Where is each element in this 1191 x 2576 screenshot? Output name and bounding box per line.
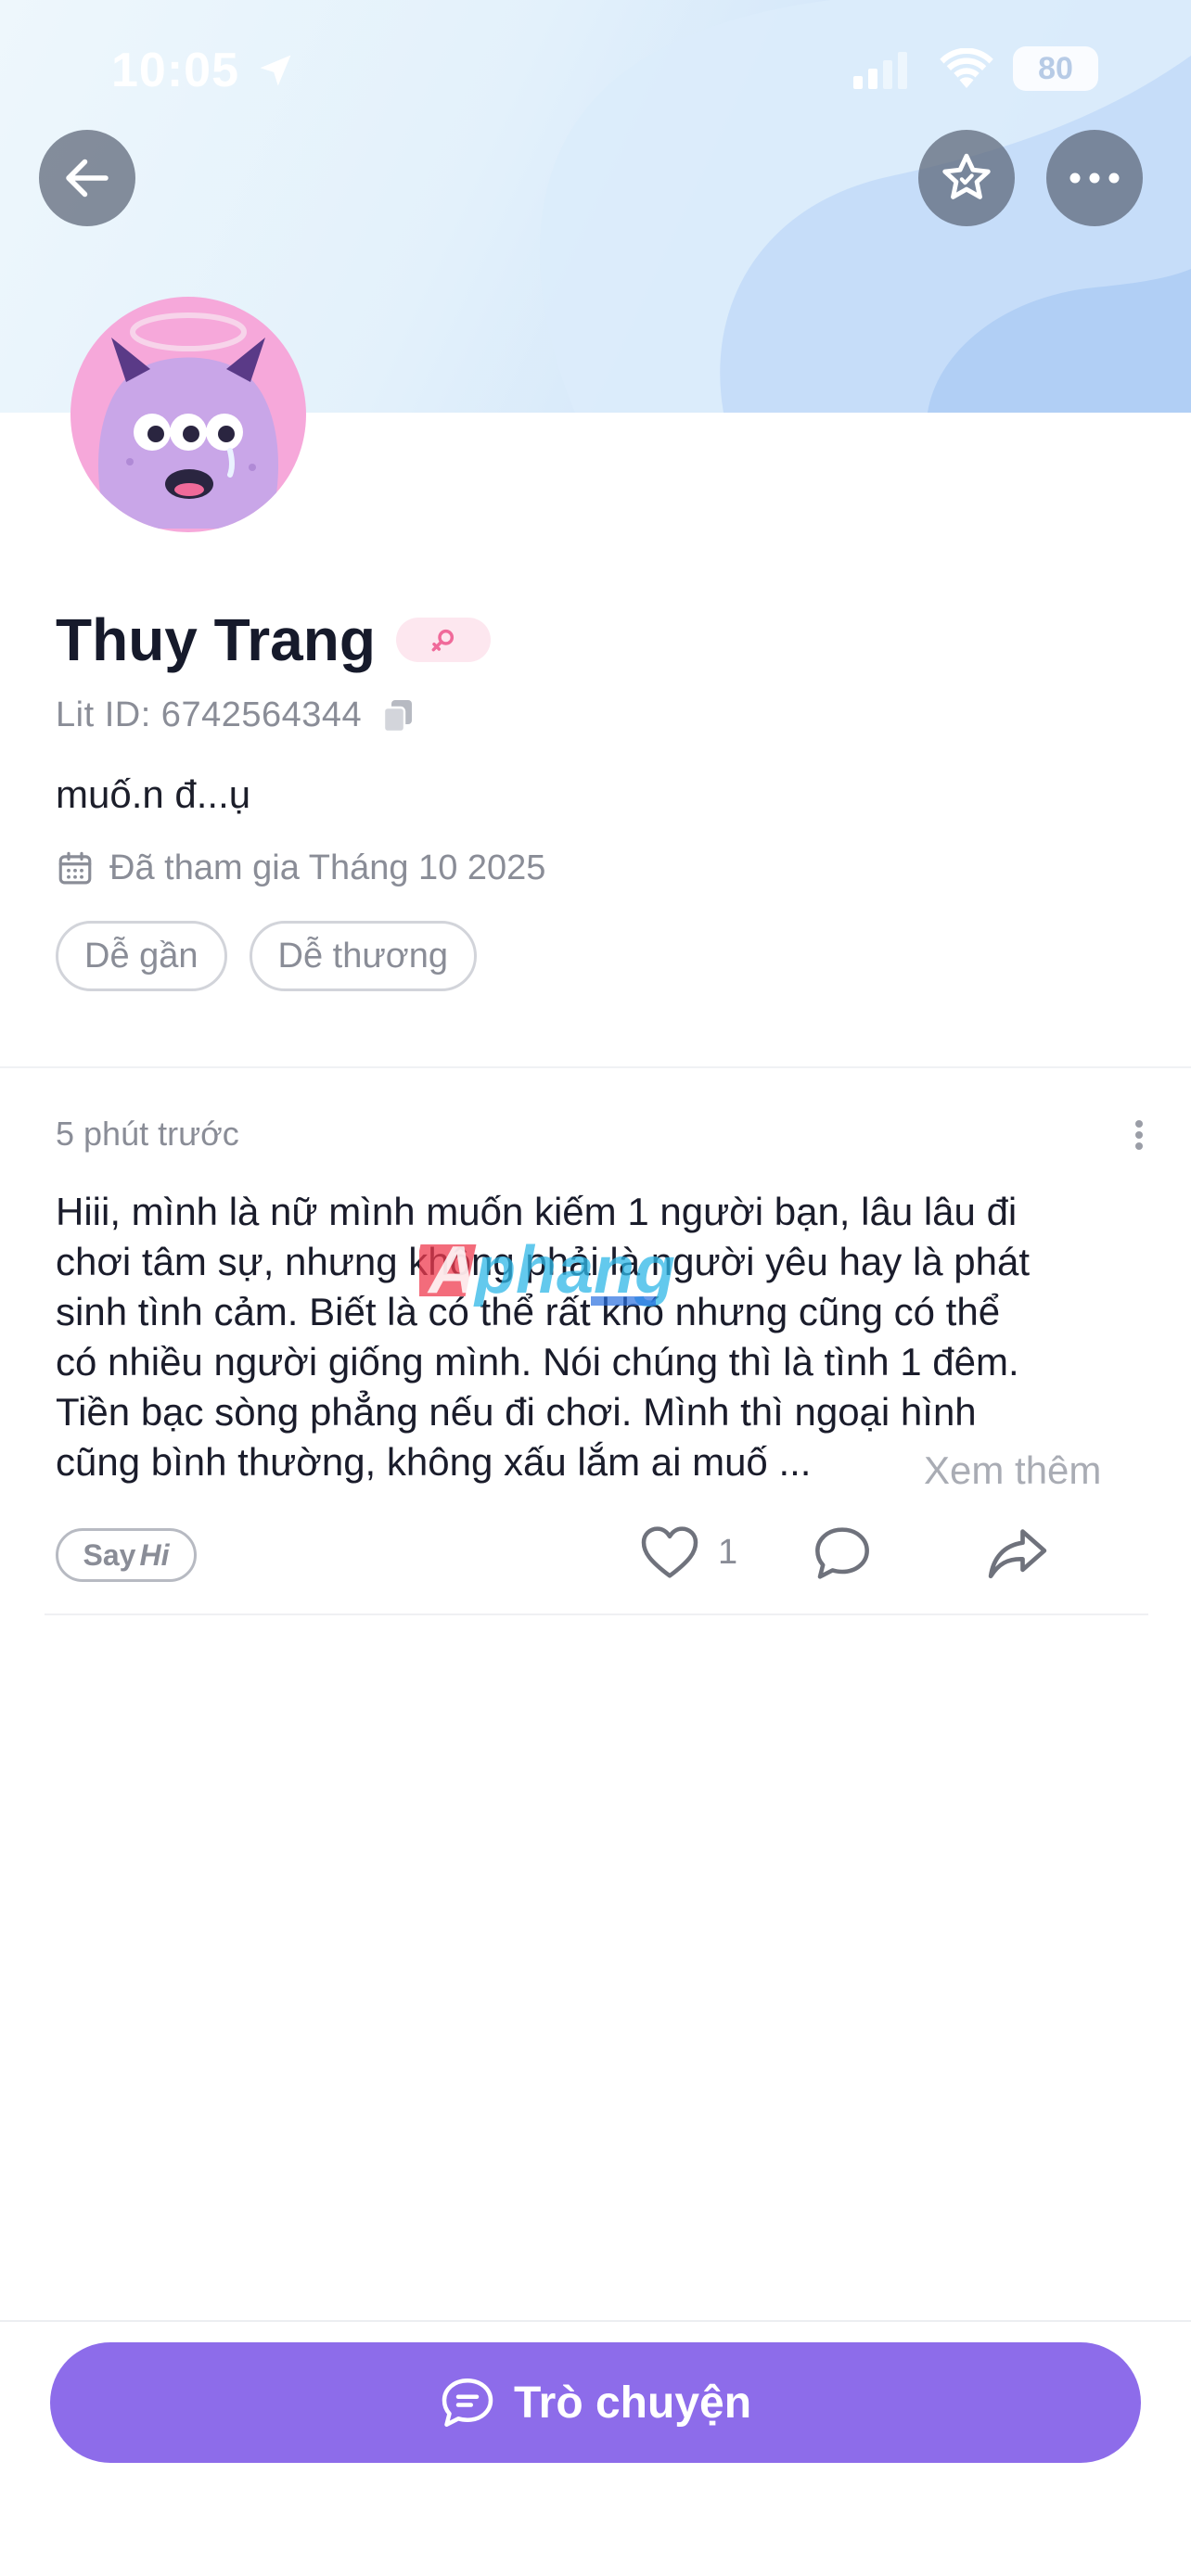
svg-text:A: A — [427, 1233, 477, 1307]
post-text-line: có nhiều người giống mình. Nói chúng thì… — [56, 1340, 1019, 1384]
chat-button[interactable]: Trò chuyện — [50, 2342, 1141, 2463]
heart-icon — [641, 1526, 698, 1578]
more-options-button[interactable] — [1046, 130, 1143, 226]
status-bar: 10:05 80 — [0, 37, 1191, 102]
watermark-logo: A phang — [419, 1233, 675, 1307]
post-body: Hiii, mình là nữ mình muốn kiếm 1 người … — [56, 1187, 1150, 1487]
tag-chip: Dễ thương — [249, 921, 477, 991]
like-count: 1 — [718, 1532, 738, 1572]
post-text-line: Tiền bạc sòng phẳng nếu đi chơi. Mình th… — [56, 1390, 977, 1434]
star-icon — [942, 153, 991, 199]
footer-divider — [0, 2320, 1191, 2322]
battery-level: 80 — [1038, 51, 1073, 86]
chat-bubble-icon — [442, 2378, 493, 2427]
avatar[interactable] — [70, 297, 306, 532]
like-button[interactable]: 1 — [640, 1524, 737, 1580]
say-hi-label: Say — [83, 1537, 136, 1572]
section-divider — [0, 1066, 1191, 1068]
status-time: 10:05 — [111, 44, 239, 97]
chat-button-label: Trò chuyện — [513, 2378, 752, 2428]
profile-name: Thuy Trang — [56, 606, 376, 673]
monster-avatar-illustration — [97, 312, 279, 529]
back-button[interactable] — [39, 130, 135, 226]
comment-icon[interactable] — [813, 1524, 872, 1582]
post-divider — [45, 1613, 1148, 1615]
tag-chip: Dễ gần — [56, 921, 227, 991]
join-date: Đã tham gia Tháng 10 2025 — [109, 848, 546, 887]
share-icon[interactable] — [987, 1526, 1048, 1580]
more-dots-icon — [1069, 172, 1120, 184]
wifi-icon — [940, 48, 993, 88]
post-more-icon[interactable] — [1133, 1118, 1145, 1152]
post-text-line: Hiii, mình là nữ mình muốn kiếm 1 người … — [56, 1190, 1018, 1233]
favorite-button[interactable] — [918, 130, 1015, 226]
interest-tags: Dễ gần Dễ thương — [56, 921, 499, 991]
female-icon — [431, 629, 454, 652]
battery-icon: 80 — [1013, 46, 1098, 91]
location-arrow-icon — [260, 55, 291, 86]
lit-id: Lit ID: 6742564344 — [56, 695, 363, 734]
back-arrow-icon — [66, 159, 109, 198]
cellular-signal-icon — [853, 52, 907, 89]
gender-badge — [395, 618, 491, 662]
post-timestamp: 5 phút trước — [56, 1115, 239, 1153]
see-more-link[interactable]: Xem thêm — [924, 1448, 1101, 1493]
calendar-icon — [58, 851, 92, 884]
copy-icon[interactable] — [382, 698, 414, 733]
say-hi-button[interactable]: Say Hi — [56, 1528, 197, 1582]
profile-bio: muố.n đ...ụ — [56, 772, 251, 816]
say-hi-emphasis: Hi — [139, 1537, 170, 1572]
